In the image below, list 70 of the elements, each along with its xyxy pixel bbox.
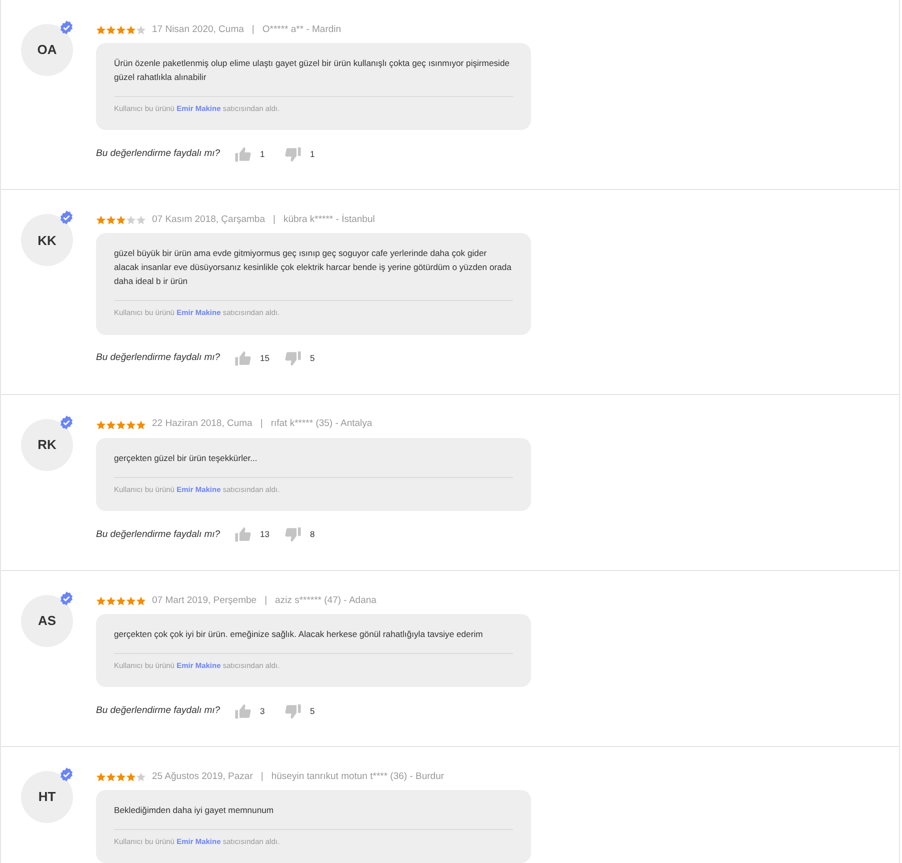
review-text: güzel büyük bir ürün ama evde gitmiyormus geç ısınıp geç soguyor cafe yerlerinde daha çok gider alacak insanlar eve düsüyorsanız kesinlikle çok elektrik harcar bende iş yerine götürdüm o yüzden orada daha ideal b ir ürün [114,247,512,288]
star-icon [106,772,116,782]
thumbs-down-icon[interactable] [284,146,302,163]
review-text: Beklediğimden daha iyi gayet memnunum [114,804,275,817]
star-icon [126,215,136,226]
thumbs-up-icon[interactable] [234,146,252,163]
review-text: Ürün özenle paketlenmiş olup elime ulaştı gayet güzel bir ürün kullanışlı çokta geç ısınmıyor pişirmeside güzel rahatlıkla alınabilir [114,57,511,84]
like-count: 1 [260,148,266,161]
thumbs-up-icon[interactable] [234,526,252,544]
review-date: 17 Nisan 2020, Cuma [152,22,244,37]
star-icon [116,25,126,35]
separator: | [272,213,276,228]
thumbs-down-icon[interactable] [284,350,302,367]
star-icon [106,25,116,35]
star-icon [116,420,126,430]
star-icon [116,772,126,782]
thumbs-up-icon[interactable] [234,350,252,367]
review-date: 07 Mart 2019, Perşembe [152,594,257,608]
star-icon [126,772,136,782]
like-count: 15 [260,352,270,365]
star-icon [126,25,136,35]
helpful-question: Bu değerlendirme faydalı mı? [96,351,222,366]
star-icon [106,420,116,430]
separator: | [250,22,256,37]
review-text: gerçekten güzel bir ürün teşekkürler... [114,452,258,464]
star-icon [136,420,146,430]
star-icon [136,215,146,226]
review-date: 07 Kasım 2018, Çarşamba [152,213,266,228]
thumbs-down-icon[interactable] [284,702,302,720]
reviewer-name: aziz s****** (47) - Adana [275,594,376,608]
helpful-question: Bu değerlendirme faydalı mı? [96,704,222,718]
review-date: 22 Haziran 2018, Cuma [152,417,252,432]
reviewer-name: O***** a** - Mardin [262,22,342,37]
like-count: 3 [260,704,266,718]
star-icon [96,25,106,35]
star-icon [106,596,116,606]
thumbs-down-icon[interactable] [284,526,302,544]
avatar: AS [21,594,73,647]
review-date: 25 Ağustos 2019, Pazar [152,770,253,784]
star-icon [136,596,146,606]
thumbs-up-icon[interactable] [234,702,252,720]
star-icon [96,596,106,606]
like-count: 13 [260,528,270,542]
avatar: RK [21,418,73,470]
avatar: OA [21,24,73,76]
star-icon [106,215,116,226]
star-icon [136,25,146,35]
reviewer-name: rıfat k***** (35) - Antalya [270,417,372,432]
star-icon [116,596,126,606]
star-icon [116,215,126,226]
dislike-count: 5 [310,352,315,365]
reviewer-name: hüseyin tanrıkut motun t**** (36) - Burdur [271,770,444,784]
separator: | [260,770,264,784]
dislike-count: 8 [310,528,315,542]
star-icon [126,420,136,430]
star-icon [136,772,146,782]
separator: | [259,417,264,432]
avatar: HT [21,771,73,823]
star-icon [96,215,106,226]
dislike-count: 1 [310,148,315,161]
reviewer-name: kübra k***** - İstanbul [283,213,375,228]
star-icon [126,596,136,606]
star-icon [96,420,106,430]
separator: | [264,594,268,608]
helpful-question: Bu değerlendirme faydalı mı? [96,528,222,542]
dislike-count: 5 [310,704,315,718]
star-icon [96,772,106,782]
review-text: gerçekten çok çok iyi bir ürün. emeğinize sağlık. Alacak herkese gönül rahatlığıyla tavsiye ederim [114,628,484,641]
avatar: KK [21,214,73,266]
helpful-question: Bu değerlendirme faydalı mı? [96,147,222,162]
